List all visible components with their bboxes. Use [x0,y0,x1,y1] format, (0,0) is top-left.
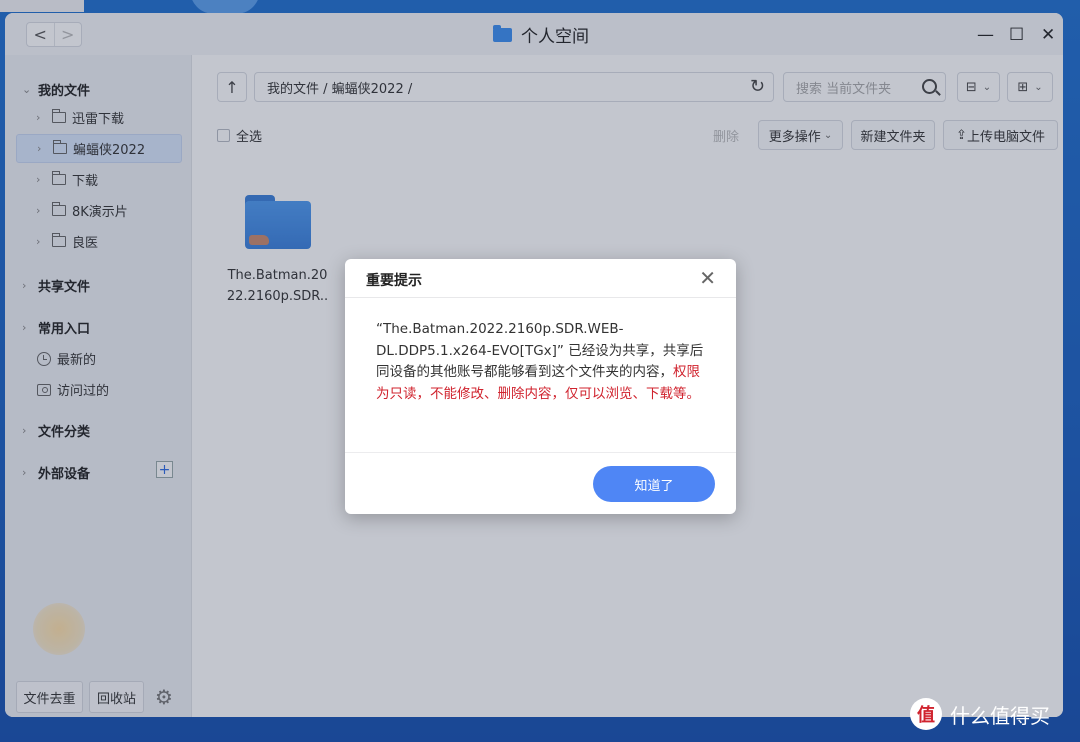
divider [345,452,736,453]
message-text: “The.Batman.2022.2160p.SDR.WEB-DL.DDP5.1… [376,321,704,380]
notice-dialog: 重要提示 ✕ “The.Batman.2022.2160p.SDR.WEB-DL… [345,259,736,514]
close-icon[interactable]: ✕ [699,266,716,290]
got-it-button[interactable]: 知道了 [593,466,715,502]
watermark-logo: 值 [910,698,942,730]
watermark: 值 什么值得买 [910,698,1050,730]
dialog-header: 重要提示 ✕ [345,259,736,298]
watermark-text: 什么值得买 [950,703,1050,728]
dialog-title: 重要提示 [366,273,422,289]
dialog-message: “The.Batman.2022.2160p.SDR.WEB-DL.DDP5.1… [376,319,711,405]
